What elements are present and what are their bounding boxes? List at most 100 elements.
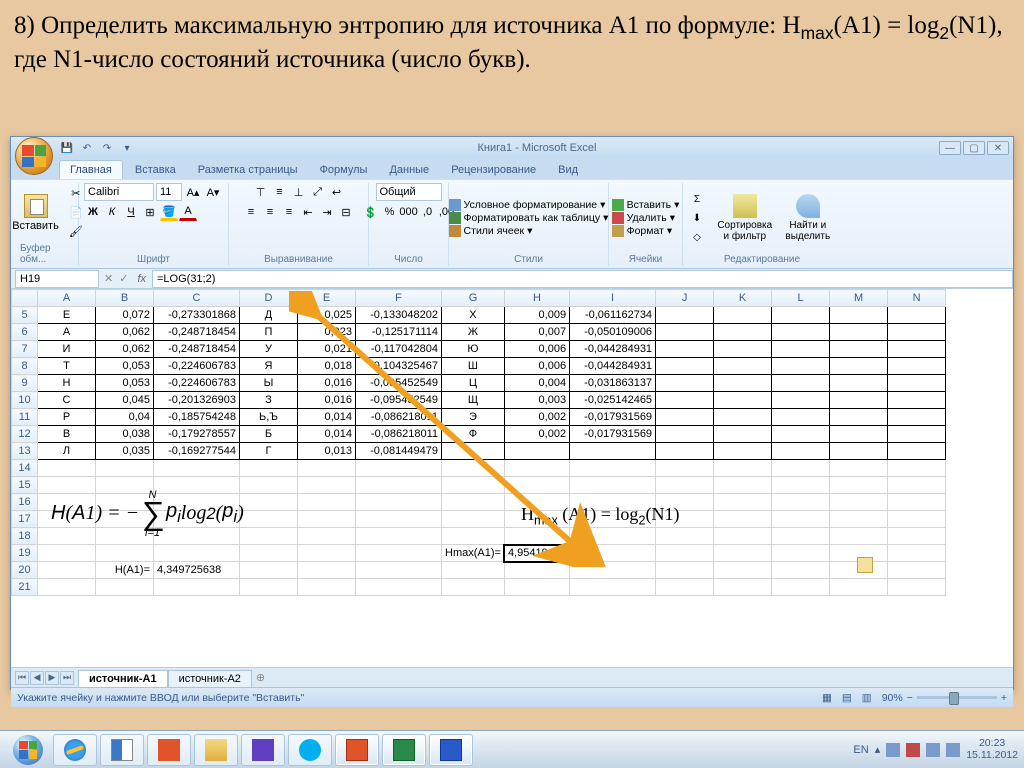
font-size-combo[interactable]: 11 (156, 183, 182, 201)
qat-dropdown-icon[interactable]: ▾ (119, 140, 135, 156)
cell[interactable]: Ы (240, 375, 298, 392)
cell[interactable]: С (38, 392, 96, 409)
cell[interactable] (888, 341, 946, 358)
col-header[interactable]: B (96, 290, 154, 307)
cell[interactable] (38, 562, 96, 579)
cell[interactable] (888, 511, 946, 528)
cell[interactable]: Э (442, 409, 505, 426)
cell[interactable] (240, 460, 298, 477)
row-header[interactable]: 7 (12, 341, 38, 358)
cell[interactable]: В (38, 426, 96, 443)
cell[interactable] (240, 477, 298, 494)
cell[interactable] (772, 307, 830, 324)
fill-color-icon[interactable]: 🪣 (160, 203, 178, 221)
zoom-slider[interactable] (917, 696, 997, 699)
cell[interactable] (656, 545, 714, 562)
row-header[interactable]: 5 (12, 307, 38, 324)
row-header[interactable]: 9 (12, 375, 38, 392)
cell[interactable]: 0,035 (96, 443, 154, 460)
cell[interactable] (772, 358, 830, 375)
grow-font-icon[interactable]: A▴ (184, 183, 202, 201)
cell[interactable]: -0,117042804 (356, 341, 442, 358)
cell[interactable] (830, 528, 888, 545)
cell[interactable]: Ф (442, 426, 505, 443)
taskbar-app1[interactable] (147, 734, 191, 766)
accept-formula-icon[interactable]: ✓ (119, 272, 128, 285)
first-sheet-icon[interactable]: ⏮ (15, 671, 29, 685)
conditional-format-button[interactable]: Условное форматирование ▾ (449, 199, 609, 211)
cell[interactable]: 4,95419631 (504, 545, 569, 562)
cell[interactable]: 0,053 (96, 358, 154, 375)
outdent-icon[interactable]: ⇤ (299, 203, 317, 221)
orientation-icon[interactable]: ⤢ (309, 183, 327, 201)
cell[interactable] (830, 579, 888, 596)
cell[interactable]: -0,224606783 (154, 375, 240, 392)
align-right-icon[interactable]: ≡ (280, 203, 298, 221)
tray-icon-2[interactable] (906, 743, 920, 757)
fill-icon[interactable]: ⬇ (688, 209, 706, 227)
cell[interactable] (356, 494, 442, 511)
cell[interactable] (830, 358, 888, 375)
formula-input[interactable]: =LOG(31;2) (152, 270, 1013, 288)
cell[interactable]: 0,062 (96, 341, 154, 358)
shrink-font-icon[interactable]: A▾ (204, 183, 222, 201)
cell[interactable] (772, 341, 830, 358)
cell[interactable] (154, 579, 240, 596)
cell[interactable] (656, 477, 714, 494)
cell[interactable]: -0,273301868 (154, 307, 240, 324)
cell[interactable]: Hmax(A1)= (442, 545, 505, 562)
cell[interactable] (830, 341, 888, 358)
border-icon[interactable]: ⊞ (141, 203, 159, 221)
cell[interactable] (714, 579, 772, 596)
cell[interactable] (714, 477, 772, 494)
ribbon-tab-0[interactable]: Главная (59, 160, 123, 179)
cell[interactable] (570, 579, 656, 596)
cell[interactable]: 0,023 (298, 324, 356, 341)
cell[interactable] (96, 579, 154, 596)
col-header[interactable]: J (656, 290, 714, 307)
align-middle-icon[interactable]: ≡ (271, 183, 289, 201)
cell[interactable] (888, 443, 946, 460)
cell[interactable]: Я (240, 358, 298, 375)
cell[interactable]: 0,021 (298, 341, 356, 358)
cell[interactable]: -0,081449479 (356, 443, 442, 460)
cell[interactable] (772, 375, 830, 392)
cell[interactable] (714, 341, 772, 358)
cell[interactable] (504, 579, 569, 596)
col-header[interactable]: H (504, 290, 569, 307)
format-cells-button[interactable]: Формат ▾ (612, 225, 680, 237)
cell[interactable]: 0,006 (504, 358, 569, 375)
cell[interactable] (656, 579, 714, 596)
cell[interactable]: -0,050109006 (570, 324, 656, 341)
col-header[interactable] (12, 290, 38, 307)
cell[interactable] (888, 562, 946, 579)
taskbar-ie[interactable] (53, 734, 97, 766)
cell[interactable]: -0,044284931 (570, 358, 656, 375)
cell[interactable] (442, 562, 505, 579)
col-header[interactable]: D (240, 290, 298, 307)
cell[interactable]: 0,062 (96, 324, 154, 341)
cell[interactable]: -0,125171114 (356, 324, 442, 341)
cell[interactable]: Т (38, 358, 96, 375)
row-header[interactable]: 15 (12, 477, 38, 494)
cell[interactable] (714, 307, 772, 324)
cell[interactable] (888, 358, 946, 375)
cell[interactable]: Ю (442, 341, 505, 358)
row-header[interactable]: 13 (12, 443, 38, 460)
cell[interactable] (772, 494, 830, 511)
col-header[interactable]: I (570, 290, 656, 307)
cell[interactable]: 0,004 (504, 375, 569, 392)
font-color-icon[interactable]: A (179, 203, 197, 221)
italic-icon[interactable]: К (103, 203, 121, 221)
cell[interactable] (714, 324, 772, 341)
cell[interactable] (772, 528, 830, 545)
row-header[interactable]: 18 (12, 528, 38, 545)
cell[interactable]: 0,002 (504, 409, 569, 426)
cell[interactable] (656, 426, 714, 443)
row-header[interactable]: 6 (12, 324, 38, 341)
taskbar-word[interactable] (429, 734, 473, 766)
ribbon-tab-2[interactable]: Разметка страницы (188, 161, 308, 179)
cell[interactable] (442, 477, 505, 494)
underline-icon[interactable]: Ч (122, 203, 140, 221)
cell[interactable] (504, 460, 569, 477)
